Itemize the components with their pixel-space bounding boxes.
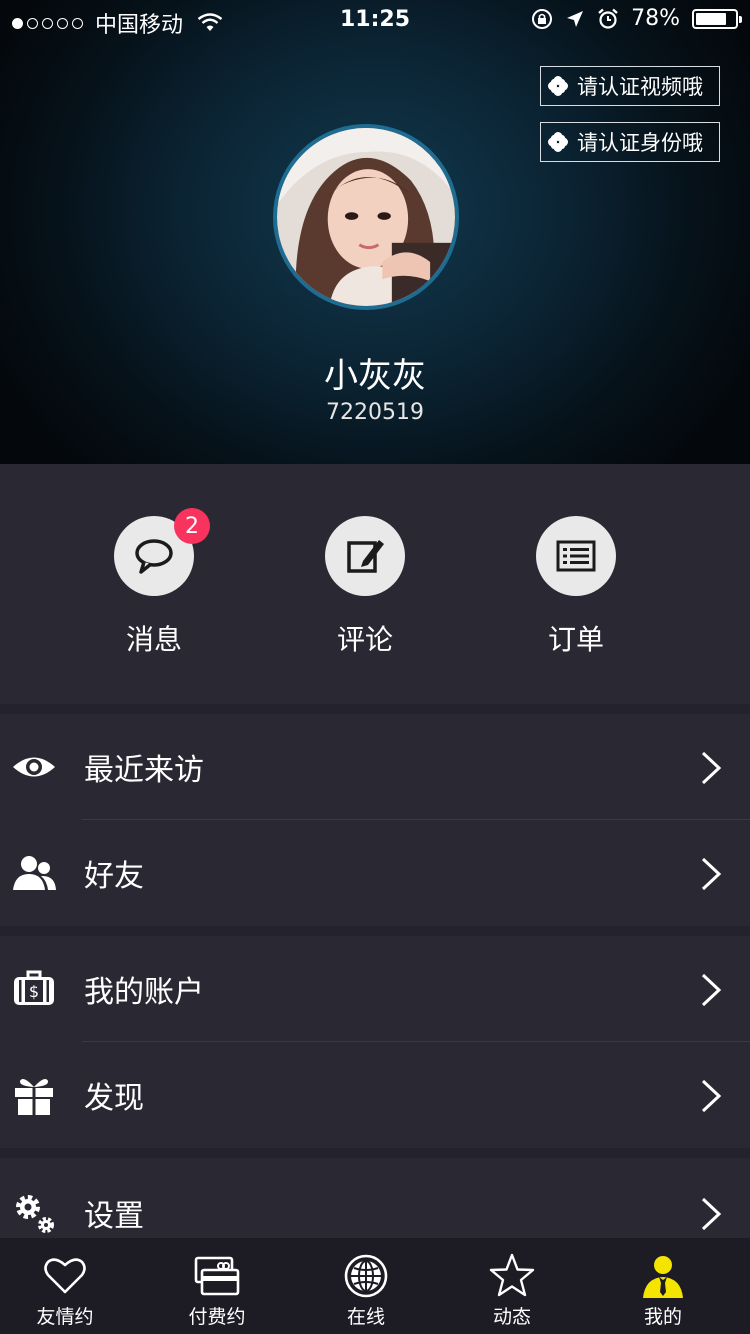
chevron-right-icon — [701, 857, 722, 891]
people-icon — [10, 849, 58, 897]
verify-identity-button[interactable]: 请认证身份哦 — [540, 122, 720, 162]
messages-icon-circle: 2 — [114, 508, 210, 596]
battery-icon — [692, 8, 742, 29]
rotation-lock-icon — [532, 8, 553, 29]
menu-item-my-account[interactable]: $ 我的账户 — [0, 936, 750, 1042]
messages-button[interactable]: 2 消息 — [84, 508, 224, 658]
globe-icon — [344, 1254, 388, 1298]
tab-label: 动态 — [492, 1306, 531, 1328]
user-id: 7220519 — [326, 400, 424, 425]
tab-label: 友情约 — [36, 1306, 94, 1328]
tab-label: 付费约 — [188, 1306, 246, 1328]
menu-item-label: 设置 — [84, 1199, 144, 1234]
verify-video-label: 请认证视频哦 — [577, 75, 703, 99]
unread-badge: 2 — [174, 508, 210, 544]
gift-icon — [10, 1071, 58, 1119]
avatar-photo — [277, 128, 455, 306]
clover-icon — [548, 76, 568, 96]
menu-item-friends[interactable]: 好友 — [0, 820, 750, 926]
menu-item-label: 好友 — [84, 859, 144, 894]
avatar[interactable] — [273, 124, 459, 310]
menu-item-label: 最近来访 — [84, 753, 204, 788]
card-icon — [194, 1256, 240, 1296]
comments-button[interactable]: 评论 — [295, 516, 435, 658]
menu-group-account: $ 我的账户 发现 — [0, 936, 750, 1148]
tab-bar: 友情约 付费约 在线 动态 我的 — [0, 1238, 750, 1334]
messages-label: 消息 — [125, 623, 182, 656]
orders-icon-circle — [536, 516, 616, 596]
wallet-icon: $ — [10, 965, 58, 1013]
clover-icon — [548, 132, 568, 152]
chat-bubble-icon — [135, 539, 173, 574]
chevron-right-icon — [701, 751, 722, 785]
gears-icon — [10, 1189, 58, 1237]
menu-item-recent-visitors[interactable]: 最近来访 — [0, 714, 750, 820]
menu-item-label: 发现 — [84, 1081, 144, 1116]
svg-text:$: $ — [29, 982, 39, 1001]
menu-item-label: 我的账户 — [84, 975, 204, 1010]
comments-label: 评论 — [336, 623, 393, 656]
tab-label: 我的 — [643, 1306, 682, 1328]
order-list-icon — [556, 540, 596, 572]
tab-online[interactable]: 在线 — [311, 1238, 421, 1334]
verify-identity-label: 请认证身份哦 — [577, 131, 703, 155]
verify-video-button[interactable]: 请认证视频哦 — [540, 66, 720, 106]
edit-pencil-icon — [347, 540, 384, 573]
heart-icon — [44, 1258, 86, 1294]
chevron-right-icon — [701, 973, 722, 1007]
status-bar: 中国移动 11:25 78% — [0, 0, 750, 40]
tab-paid-date[interactable]: 付费约 — [162, 1238, 272, 1334]
user-name: 小灰灰 — [324, 356, 426, 396]
chevron-right-icon — [701, 1197, 722, 1231]
person-icon — [643, 1256, 683, 1298]
location-arrow-icon — [567, 10, 584, 27]
tab-label: 在线 — [346, 1306, 385, 1328]
orders-label: 订单 — [547, 623, 604, 656]
eye-icon — [10, 743, 58, 791]
tab-mine[interactable]: 我的 — [608, 1238, 718, 1334]
menu-item-discover[interactable]: 发现 — [0, 1042, 750, 1148]
tab-friendship-date[interactable]: 友情约 — [10, 1238, 120, 1334]
battery-level — [696, 12, 726, 25]
menu-group-settings: 设置 — [0, 1158, 750, 1238]
quick-actions: 2 消息 评论 订单 — [0, 464, 750, 704]
orders-button[interactable]: 订单 — [506, 516, 646, 658]
tab-feed[interactable]: 动态 — [457, 1238, 567, 1334]
menu-group-social: 最近来访 好友 — [0, 714, 750, 926]
chevron-right-icon — [701, 1079, 722, 1113]
profile-header: 中国移动 11:25 78% 请认证视频哦 请认证身份哦 小灰灰 7220519 — [0, 0, 750, 464]
star-icon — [489, 1253, 535, 1297]
comments-icon-circle — [325, 516, 405, 596]
alarm-icon — [598, 8, 618, 29]
battery-percent: 78% — [631, 6, 680, 31]
status-right: 78% — [531, 6, 742, 31]
